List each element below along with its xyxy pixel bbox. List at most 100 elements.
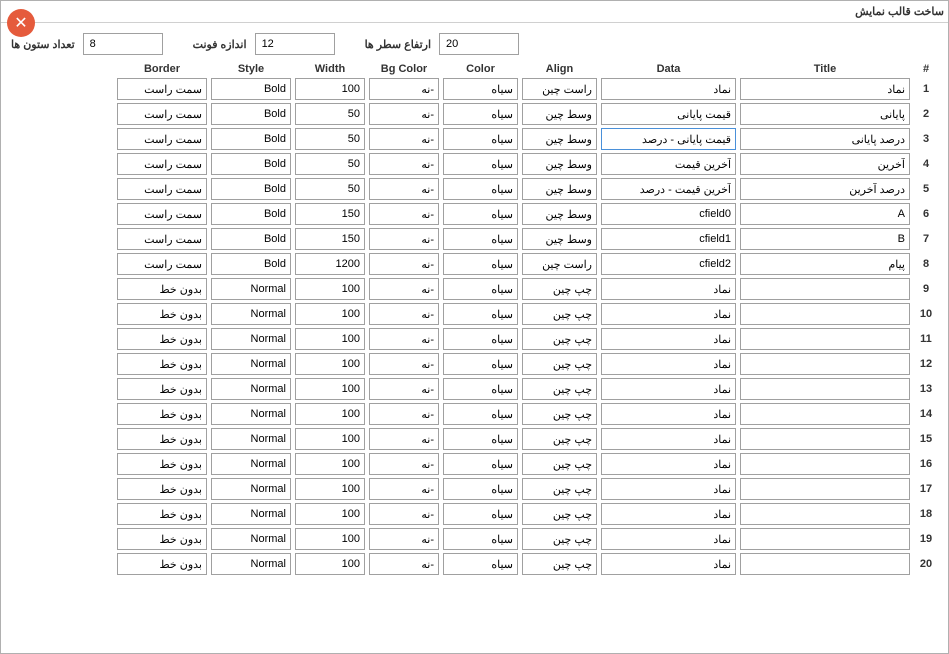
title-input[interactable] <box>740 453 910 475</box>
style-input[interactable] <box>211 303 291 325</box>
color-input[interactable] <box>443 528 518 550</box>
color-input[interactable] <box>443 203 518 225</box>
bgcolor-input[interactable] <box>369 328 439 350</box>
align-input[interactable] <box>522 403 597 425</box>
border-input[interactable] <box>117 103 207 125</box>
title-input[interactable] <box>740 403 910 425</box>
bgcolor-input[interactable] <box>369 253 439 275</box>
border-input[interactable] <box>117 328 207 350</box>
align-input[interactable] <box>522 328 597 350</box>
data-input[interactable] <box>601 478 736 500</box>
width-input[interactable] <box>295 428 365 450</box>
align-input[interactable] <box>522 278 597 300</box>
title-input[interactable] <box>740 178 910 200</box>
data-input[interactable] <box>601 528 736 550</box>
title-input[interactable] <box>740 353 910 375</box>
align-input[interactable] <box>522 78 597 100</box>
style-input[interactable] <box>211 128 291 150</box>
title-input[interactable] <box>740 478 910 500</box>
style-input[interactable] <box>211 228 291 250</box>
title-input[interactable] <box>740 528 910 550</box>
data-input[interactable] <box>601 228 736 250</box>
color-input[interactable] <box>443 153 518 175</box>
bgcolor-input[interactable] <box>369 478 439 500</box>
width-input[interactable] <box>295 353 365 375</box>
bgcolor-input[interactable] <box>369 228 439 250</box>
width-input[interactable] <box>295 128 365 150</box>
bgcolor-input[interactable] <box>369 553 439 575</box>
data-input[interactable] <box>601 103 736 125</box>
data-input[interactable] <box>601 403 736 425</box>
style-input[interactable] <box>211 378 291 400</box>
color-input[interactable] <box>443 403 518 425</box>
style-input[interactable] <box>211 253 291 275</box>
title-input[interactable] <box>740 253 910 275</box>
width-input[interactable] <box>295 378 365 400</box>
bgcolor-input[interactable] <box>369 378 439 400</box>
align-input[interactable] <box>522 153 597 175</box>
style-input[interactable] <box>211 403 291 425</box>
color-input[interactable] <box>443 328 518 350</box>
bgcolor-input[interactable] <box>369 178 439 200</box>
title-input[interactable] <box>740 153 910 175</box>
width-input[interactable] <box>295 478 365 500</box>
style-input[interactable] <box>211 478 291 500</box>
align-input[interactable] <box>522 553 597 575</box>
data-input[interactable] <box>601 278 736 300</box>
bgcolor-input[interactable] <box>369 128 439 150</box>
border-input[interactable] <box>117 128 207 150</box>
bgcolor-input[interactable] <box>369 103 439 125</box>
title-input[interactable] <box>740 378 910 400</box>
color-input[interactable] <box>443 103 518 125</box>
align-input[interactable] <box>522 478 597 500</box>
color-input[interactable] <box>443 428 518 450</box>
width-input[interactable] <box>295 553 365 575</box>
width-input[interactable] <box>295 528 365 550</box>
style-input[interactable] <box>211 153 291 175</box>
align-input[interactable] <box>522 528 597 550</box>
data-input[interactable] <box>601 553 736 575</box>
style-input[interactable] <box>211 428 291 450</box>
border-input[interactable] <box>117 253 207 275</box>
color-input[interactable] <box>443 353 518 375</box>
style-input[interactable] <box>211 453 291 475</box>
width-input[interactable] <box>295 453 365 475</box>
align-input[interactable] <box>522 303 597 325</box>
title-input[interactable] <box>740 328 910 350</box>
title-input[interactable] <box>740 203 910 225</box>
border-input[interactable] <box>117 278 207 300</box>
data-input[interactable] <box>601 203 736 225</box>
data-input[interactable] <box>601 503 736 525</box>
title-input[interactable] <box>740 103 910 125</box>
title-input[interactable] <box>740 503 910 525</box>
align-input[interactable] <box>522 428 597 450</box>
align-input[interactable] <box>522 103 597 125</box>
color-input[interactable] <box>443 453 518 475</box>
border-input[interactable] <box>117 203 207 225</box>
title-input[interactable] <box>740 128 910 150</box>
bgcolor-input[interactable] <box>369 353 439 375</box>
align-input[interactable] <box>522 178 597 200</box>
width-input[interactable] <box>295 303 365 325</box>
align-input[interactable] <box>522 228 597 250</box>
border-input[interactable] <box>117 553 207 575</box>
color-input[interactable] <box>443 78 518 100</box>
columns-count-input[interactable] <box>83 33 163 55</box>
color-input[interactable] <box>443 228 518 250</box>
bgcolor-input[interactable] <box>369 78 439 100</box>
border-input[interactable] <box>117 428 207 450</box>
width-input[interactable] <box>295 78 365 100</box>
style-input[interactable] <box>211 203 291 225</box>
border-input[interactable] <box>117 378 207 400</box>
width-input[interactable] <box>295 153 365 175</box>
bgcolor-input[interactable] <box>369 203 439 225</box>
width-input[interactable] <box>295 403 365 425</box>
bgcolor-input[interactable] <box>369 303 439 325</box>
data-input[interactable] <box>601 328 736 350</box>
bgcolor-input[interactable] <box>369 278 439 300</box>
style-input[interactable] <box>211 503 291 525</box>
width-input[interactable] <box>295 328 365 350</box>
style-input[interactable] <box>211 78 291 100</box>
border-input[interactable] <box>117 153 207 175</box>
width-input[interactable] <box>295 503 365 525</box>
